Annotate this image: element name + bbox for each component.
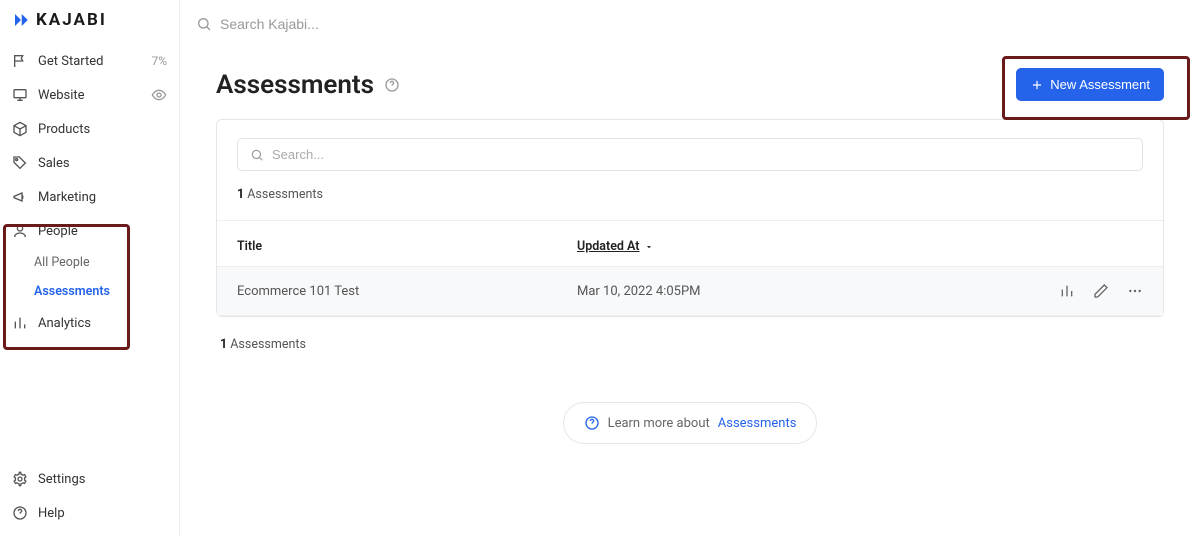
new-assessment-button[interactable]: New Assessment xyxy=(1016,68,1164,101)
edit-icon[interactable] xyxy=(1093,283,1109,299)
stats-icon[interactable] xyxy=(1059,283,1075,299)
column-updated-at[interactable]: Updated At xyxy=(577,239,654,254)
search-icon xyxy=(250,148,264,162)
monitor-icon xyxy=(12,87,28,103)
sidebar-item-marketing[interactable]: Marketing xyxy=(0,180,179,214)
bars-icon xyxy=(12,315,28,331)
sidebar-bottom: Settings Help xyxy=(0,462,179,536)
sidebar-subnav-people: All People Assessments xyxy=(0,248,179,306)
sidebar-item-people[interactable]: People xyxy=(0,214,179,248)
assessment-count-bottom: 1 Assessments xyxy=(216,337,1164,352)
assessment-search-input[interactable] xyxy=(272,147,1130,162)
sidebar-item-label: Marketing xyxy=(38,190,96,205)
sidebar-item-analytics[interactable]: Analytics xyxy=(0,306,179,340)
gear-icon xyxy=(12,471,28,487)
sidebar-item-sales[interactable]: Sales xyxy=(0,146,179,180)
assessment-search[interactable] xyxy=(237,138,1143,171)
sidebar-item-get-started[interactable]: Get Started 7% xyxy=(0,44,179,78)
sidebar-item-help[interactable]: Help xyxy=(0,496,179,530)
megaphone-icon xyxy=(12,189,28,205)
assessments-card: 1 Assessments Title Updated At Ecommerce… xyxy=(216,119,1164,317)
column-title[interactable]: Title xyxy=(237,239,577,254)
brand-text: KAJABI xyxy=(36,10,107,30)
sidebar-item-label: Help xyxy=(38,506,65,521)
sidebar-item-website[interactable]: Website xyxy=(0,78,179,112)
topbar xyxy=(180,0,1200,48)
sidebar-sub-assessments[interactable]: Assessments xyxy=(34,277,179,306)
sidebar-item-label: Get Started xyxy=(38,54,103,69)
tag-icon xyxy=(12,155,28,171)
page-title: Assessments xyxy=(216,70,374,100)
plus-icon xyxy=(1030,78,1044,92)
sidebar-item-settings[interactable]: Settings xyxy=(0,462,179,496)
sidebar-item-products[interactable]: Products xyxy=(0,112,179,146)
flag-icon xyxy=(12,53,28,69)
page-content: Assessments New Assessment 1 Assessments xyxy=(180,48,1200,444)
global-search[interactable] xyxy=(196,16,520,32)
sidebar: KAJABI Get Started 7% Website Products S… xyxy=(0,0,180,536)
search-icon xyxy=(196,16,212,32)
help-circle-icon[interactable] xyxy=(384,77,400,93)
help-circle-icon xyxy=(584,415,600,431)
sidebar-sub-all-people[interactable]: All People xyxy=(34,248,179,277)
sidebar-item-label: Analytics xyxy=(38,316,91,331)
page-header: Assessments New Assessment xyxy=(216,68,1164,101)
learn-more-link[interactable]: Assessments xyxy=(718,416,797,431)
table-row[interactable]: Ecommerce 101 Test Mar 10, 2022 4:05PM xyxy=(217,266,1163,316)
cube-icon xyxy=(12,121,28,137)
table-header: Title Updated At xyxy=(217,220,1163,266)
global-search-input[interactable] xyxy=(220,16,520,32)
user-icon xyxy=(12,223,28,239)
more-icon[interactable] xyxy=(1127,283,1143,299)
kajabi-logo-icon xyxy=(12,11,30,29)
row-actions xyxy=(1059,283,1143,299)
assessment-count-top: 1 Assessments xyxy=(237,187,1143,202)
sidebar-item-label: People xyxy=(38,224,78,239)
brand-logo[interactable]: KAJABI xyxy=(0,10,179,44)
sidebar-nav: Get Started 7% Website Products Sales Ma… xyxy=(0,44,179,340)
eye-icon xyxy=(151,87,167,103)
sidebar-item-label: Website xyxy=(38,88,85,103)
learn-more-text: Learn more about xyxy=(608,416,710,431)
row-updated-at: Mar 10, 2022 4:05PM xyxy=(577,284,1059,299)
caret-down-icon xyxy=(644,242,654,252)
main-area: Assessments New Assessment 1 Assessments xyxy=(180,0,1200,536)
sidebar-item-label: Sales xyxy=(38,156,70,171)
sidebar-progress: 7% xyxy=(151,54,167,68)
new-assessment-label: New Assessment xyxy=(1050,77,1150,92)
sidebar-item-label: Products xyxy=(38,122,90,137)
row-title: Ecommerce 101 Test xyxy=(237,284,577,299)
help-icon xyxy=(12,505,28,521)
learn-more-pill[interactable]: Learn more about Assessments xyxy=(563,402,818,444)
sidebar-item-label: Settings xyxy=(38,472,85,487)
